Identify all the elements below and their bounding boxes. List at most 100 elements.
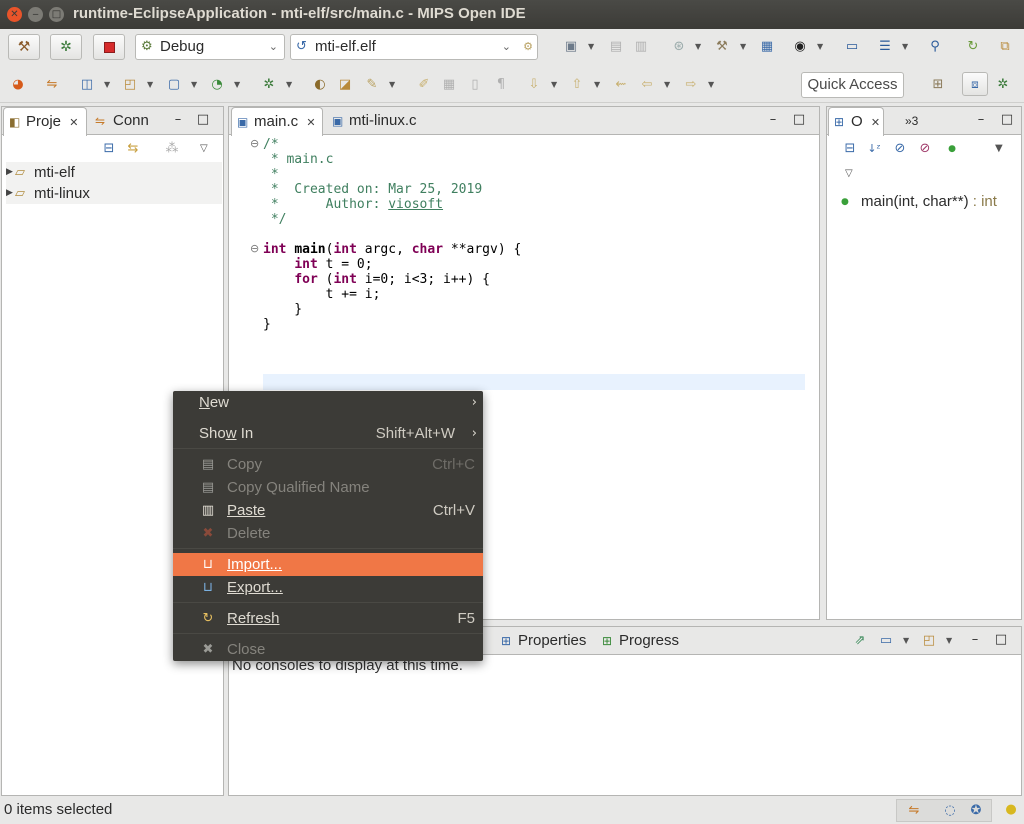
menu-item-copy-qualified-name[interactable]: ▤ Copy Qualified Name xyxy=(173,476,483,499)
menu-item-copy[interactable]: ▤ Copy Ctrl+C xyxy=(173,453,483,476)
display-console-icon[interactable]: ▭ xyxy=(877,632,895,650)
new-wizard-dropdown[interactable]: ▼ xyxy=(588,38,598,56)
fold-icon[interactable]: ⊖ xyxy=(250,242,259,255)
lightbulb-icon[interactable]: ● xyxy=(1002,801,1020,819)
terminal-icon[interactable]: ▭ xyxy=(843,38,861,56)
close-icon[interactable]: ✕ xyxy=(69,116,78,129)
tab-outline[interactable]: ⊞ O ✕ xyxy=(828,107,884,136)
menu-item-close[interactable]: ✖ Close xyxy=(173,638,483,661)
sort-icon[interactable]: ↓ᶻ xyxy=(865,140,883,158)
whitespace-icon[interactable]: ¶ xyxy=(492,76,510,94)
view-menu-icon[interactable]: ▼ xyxy=(995,140,1005,158)
collapse-all-icon[interactable]: ⊟ xyxy=(841,140,859,158)
connect-icon[interactable]: ⇋ xyxy=(43,76,61,94)
minimize-icon[interactable]: – xyxy=(170,107,186,135)
quick-access-input[interactable]: Quick Access xyxy=(801,72,904,98)
open-type-icon[interactable]: ◐ xyxy=(311,76,329,94)
display-console-dropdown[interactable]: ▼ xyxy=(903,632,913,650)
settings-gear-icon[interactable]: ⚙ xyxy=(523,35,533,59)
tab-overflow[interactable]: »3 xyxy=(901,107,931,135)
tab-main-c[interactable]: ▣ main.c ✕ xyxy=(231,107,323,136)
pin-console-icon[interactable]: ⇗ xyxy=(851,632,869,650)
search-tool-icon[interactable]: ✎ xyxy=(363,76,381,94)
launch-target-select[interactable]: ↺ mti-elf.elf ⌄ ⚙ xyxy=(290,34,538,60)
minimize-icon[interactable]: – xyxy=(973,107,989,135)
back-dropdown[interactable]: ▼ xyxy=(664,76,674,94)
menu-item-new[interactable]: New › xyxy=(173,391,483,414)
expand-arrow-icon[interactable]: ▶ xyxy=(6,162,13,183)
minimize-icon[interactable]: – xyxy=(967,627,983,655)
pin-icon[interactable]: ⚲ xyxy=(926,38,944,56)
save-icon[interactable]: ▤ xyxy=(607,38,625,56)
hide-nonpublic-icon[interactable]: ● xyxy=(943,140,961,158)
maximize-icon[interactable]: □ xyxy=(999,107,1015,135)
menu-item-paste[interactable]: ▥ Paste Ctrl+V xyxy=(173,499,483,522)
c-perspective-button[interactable]: ⧈ xyxy=(962,72,988,96)
new-project-dropdown[interactable]: ▼ xyxy=(104,76,114,94)
task-list-dropdown[interactable]: ▼ xyxy=(902,38,912,56)
maximize-icon[interactable]: □ xyxy=(195,107,211,135)
debug-button[interactable]: ✲ xyxy=(50,34,82,60)
expand-arrow-icon[interactable]: ▶ xyxy=(6,183,13,204)
back-icon[interactable]: ⇦ xyxy=(638,76,656,94)
new-wizard-icon[interactable]: ▣ xyxy=(562,38,580,56)
filter-menu-icon[interactable]: ▽ xyxy=(845,165,855,183)
tab-project-explorer[interactable]: ◧ Proje ✕ xyxy=(3,107,87,136)
next-annotation-dropdown[interactable]: ▼ xyxy=(551,76,561,94)
open-folder-icon[interactable]: ◪ xyxy=(336,76,354,94)
new-folder-dropdown[interactable]: ▼ xyxy=(147,76,157,94)
build-button[interactable]: ⚒ xyxy=(8,34,40,60)
hide-fields-icon[interactable]: ⊘ xyxy=(891,140,909,158)
profile-dropdown[interactable]: ▼ xyxy=(817,38,827,56)
binary-icon[interactable]: ▦ xyxy=(758,38,776,56)
build-config-dropdown[interactable]: ▼ xyxy=(740,38,750,56)
search-tool-dropdown[interactable]: ▼ xyxy=(389,76,399,94)
window-minimize-button[interactable]: ‒ xyxy=(28,7,43,22)
view-menu-icon[interactable]: ▽ xyxy=(200,140,210,158)
debug-bug-icon[interactable]: ✲ xyxy=(260,76,278,94)
target-icon[interactable]: ⊛ xyxy=(670,38,688,56)
new-file-dropdown[interactable]: ▼ xyxy=(191,76,201,94)
prev-annotation-icon[interactable]: ⇧ xyxy=(568,76,586,94)
collapse-all-icon[interactable]: ⊟ xyxy=(100,140,118,158)
open-console-dropdown[interactable]: ▼ xyxy=(946,632,956,650)
connection-status-icon[interactable]: ⇋ xyxy=(905,802,923,820)
toggle-mark-icon[interactable]: ▦ xyxy=(440,76,458,94)
save-all-icon[interactable]: ▥ xyxy=(632,38,650,56)
build-config-icon[interactable]: ⚒ xyxy=(713,38,731,56)
new-class-dropdown[interactable]: ▼ xyxy=(234,76,244,94)
open-console-icon[interactable]: ◰ xyxy=(920,632,938,650)
close-icon[interactable]: ✕ xyxy=(306,116,315,129)
hide-static-icon[interactable]: ⊘ xyxy=(916,140,934,158)
target-dropdown[interactable]: ▼ xyxy=(695,38,705,56)
next-annotation-icon[interactable]: ⇩ xyxy=(525,76,543,94)
menu-item-refresh[interactable]: ↻ Refresh F5 xyxy=(173,607,483,630)
new-project-icon[interactable]: ◫ xyxy=(78,76,96,94)
fold-icon[interactable]: ⊖ xyxy=(250,137,259,150)
open-perspective-icon[interactable]: ⊞ xyxy=(929,76,947,94)
block-select-icon[interactable]: ▯ xyxy=(466,76,484,94)
tab-progress[interactable]: ⊞ Progress xyxy=(599,627,689,655)
project-item-mti-linux[interactable]: ▶ ▱ mti-linux xyxy=(6,183,222,204)
update-icon[interactable]: ✪ xyxy=(967,802,985,820)
menu-item-delete[interactable]: ✖ Delete xyxy=(173,522,483,545)
prev-annotation-dropdown[interactable]: ▼ xyxy=(594,76,604,94)
new-class-icon[interactable]: ◔ xyxy=(208,76,226,94)
last-edit-icon[interactable]: ⇜ xyxy=(612,76,630,94)
debug-perspective-icon[interactable]: ✲ xyxy=(994,76,1012,94)
profile-icon[interactable]: ◉ xyxy=(791,38,809,56)
perspective-icon[interactable]: ⧉ xyxy=(996,38,1014,56)
maximize-icon[interactable]: □ xyxy=(791,107,807,135)
new-folder-icon[interactable]: ◰ xyxy=(121,76,139,94)
tab-mti-linux-c[interactable]: ▣ mti-linux.c xyxy=(327,107,437,135)
outline-item-main[interactable]: ● main(int, char**) : int xyxy=(841,192,997,212)
stop-button[interactable] xyxy=(93,34,125,60)
tab-properties[interactable]: ⊞ Properties xyxy=(498,627,596,655)
debug-dropdown[interactable]: ▼ xyxy=(286,76,296,94)
menu-item-import[interactable]: ⊔ Import... xyxy=(173,553,483,576)
window-maximize-button[interactable]: □ xyxy=(49,7,64,22)
forward-dropdown[interactable]: ▼ xyxy=(708,76,718,94)
launch-mode-select[interactable]: ⚙ Debug ⌄ xyxy=(135,34,285,60)
new-file-icon[interactable]: ▢ xyxy=(165,76,183,94)
link-editor-icon[interactable]: ⇆ xyxy=(124,140,142,158)
